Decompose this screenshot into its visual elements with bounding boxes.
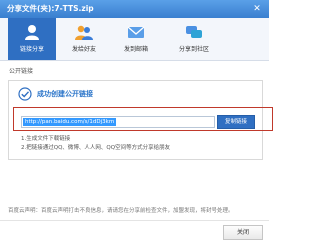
tip-line: 2.把链接通过QQ、微博、人人网、QQ空间等方式分享给朋友 <box>21 145 171 151</box>
dialog-title: 分享文件(夹):7-TTS.zip <box>7 4 94 13</box>
tab-send-email[interactable]: 发到邮箱 <box>112 18 160 60</box>
tab-label: 发到邮箱 <box>123 46 148 53</box>
section-label: 公开链接 <box>9 68 34 75</box>
share-url-field[interactable]: http://pan.baidu.com/s/1dDj3km <box>21 116 215 128</box>
tab-share-community[interactable]: 分享到社区 <box>166 18 222 60</box>
success-check-icon <box>18 87 32 101</box>
mail-icon <box>127 26 145 38</box>
copy-link-button[interactable]: 复制链接 <box>217 115 255 129</box>
tab-label: 分享到社区 <box>178 46 209 53</box>
tab-send-friends[interactable]: 发给好友 <box>60 18 108 60</box>
tab-label: 链接分享 <box>19 46 44 53</box>
friends-icon <box>75 25 93 40</box>
disclaimer-note: 百度云声明：百度云声明打击不良信息，请请您在分享前检查文件，加盟发现，将封号处理… <box>8 208 234 214</box>
share-url-text: http://pan.baidu.com/s/1dDj3km <box>23 118 117 126</box>
close-icon[interactable]: ✕ <box>251 3 263 15</box>
tab-label: 发给好友 <box>71 46 96 53</box>
link-icon <box>25 25 39 40</box>
link-panel: 成功创建公开链接 http://pan.baidu.com/s/1dDj3km … <box>8 80 273 160</box>
tab-link-share[interactable]: 链接分享 <box>8 18 56 60</box>
title-bar: 分享文件(夹):7-TTS.zip ✕ <box>0 0 269 18</box>
share-tabs: 链接分享 发给好友 发到邮箱 分享到社区 <box>0 18 269 61</box>
close-button[interactable]: 关闭 <box>223 225 263 240</box>
footer-divider <box>0 220 269 221</box>
success-message: 成功创建公开链接 <box>37 90 93 98</box>
community-icon <box>186 26 202 38</box>
share-dialog: 分享文件(夹):7-TTS.zip ✕ 链接分享 发给好友 发到邮箱 分享到社区… <box>0 0 273 243</box>
tip-line: 1.生成文件下载链接 <box>21 136 71 142</box>
